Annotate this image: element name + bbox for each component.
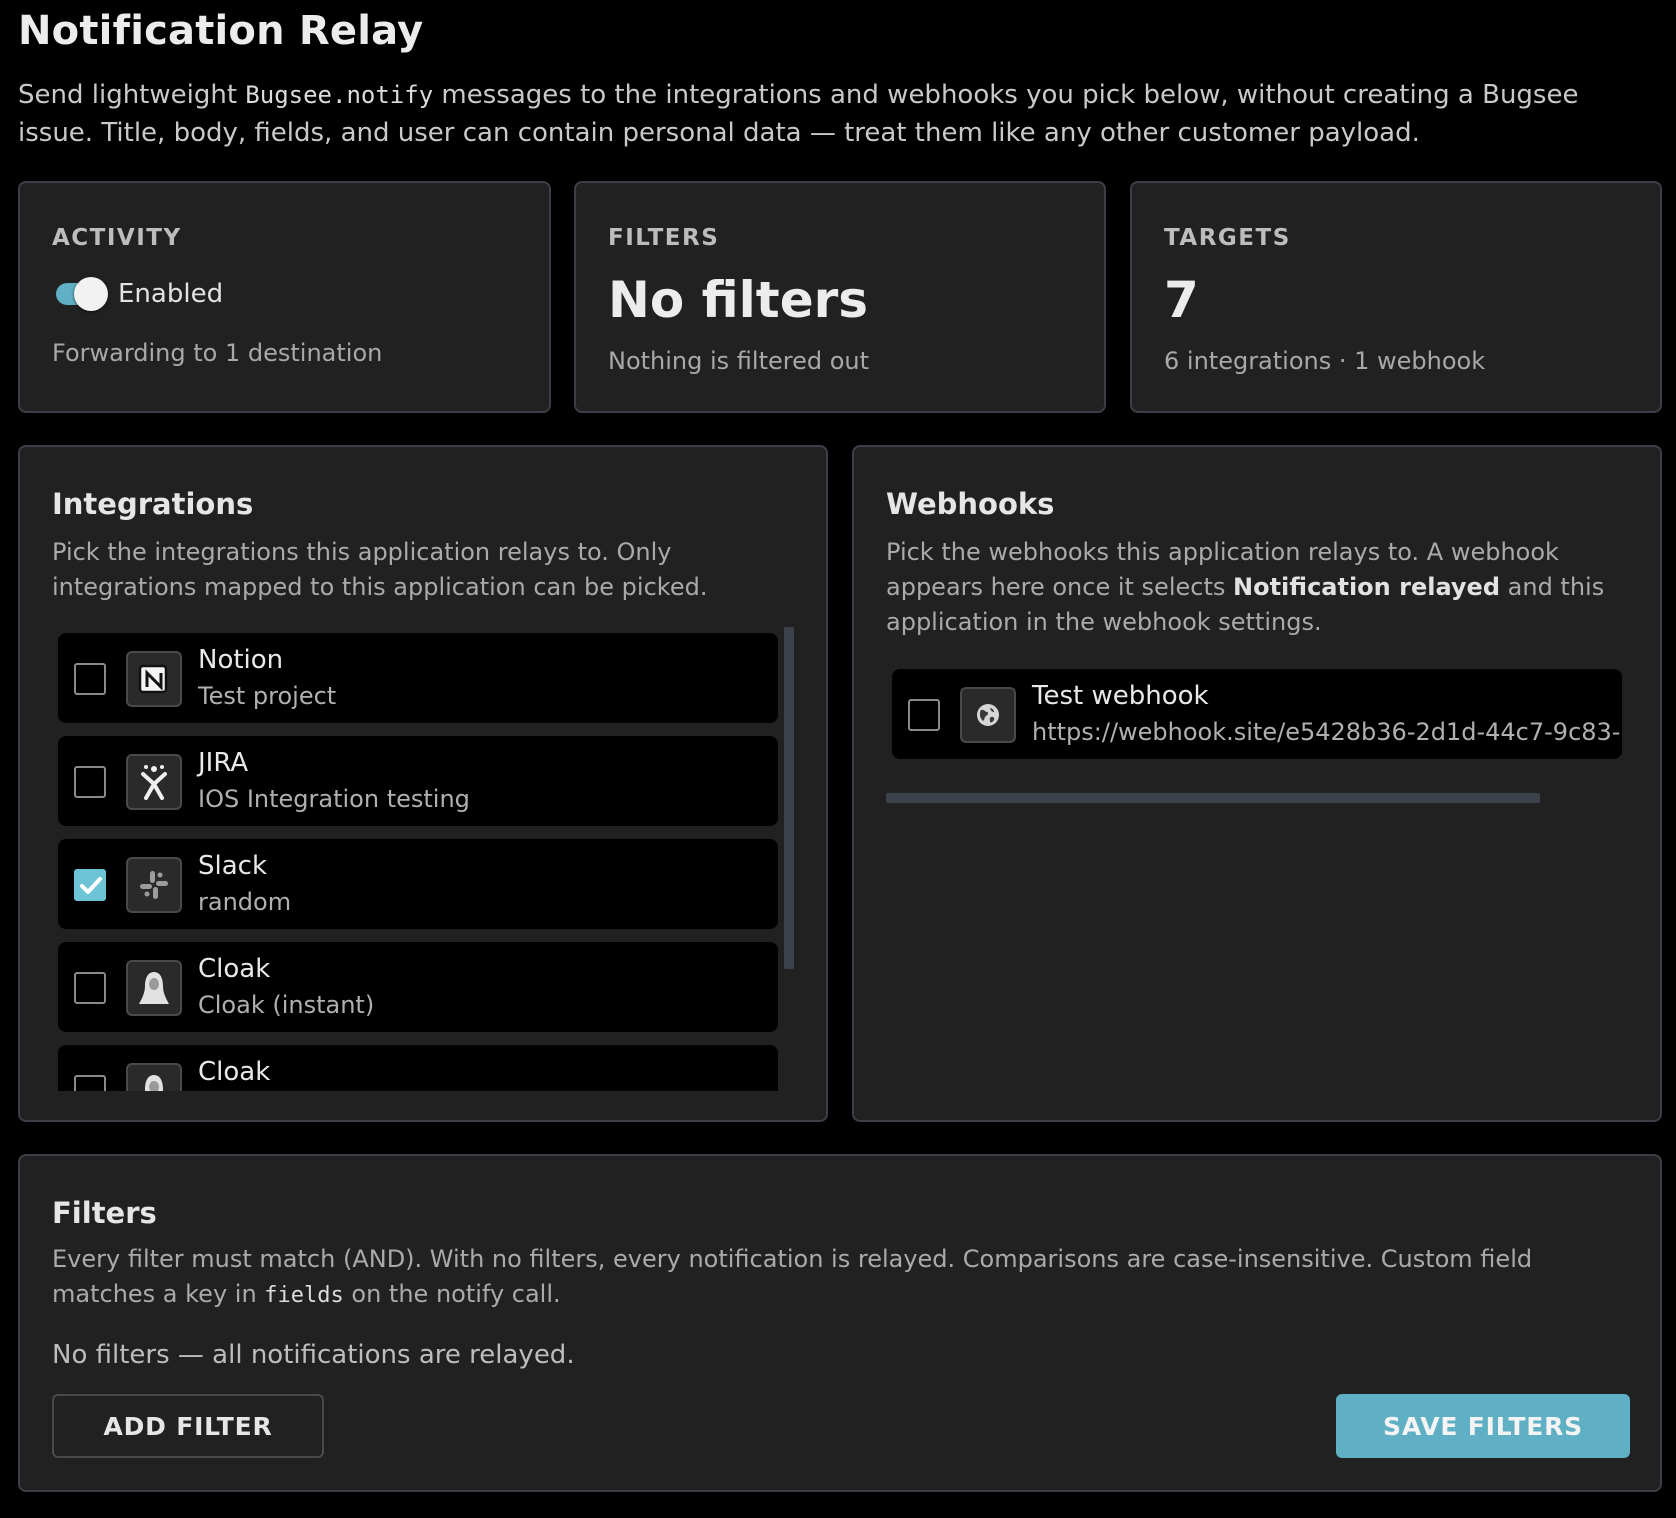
activity-sub: Forwarding to 1 destination — [52, 339, 383, 367]
globe-icon — [960, 687, 1016, 743]
list-item[interactable]: Notion Test project — [58, 633, 778, 723]
filters-title: Filters — [52, 1196, 157, 1230]
webhook-url: https://webhook.site/e5428b36-2d1d-44c7-… — [1032, 718, 1622, 746]
integration-name: Notion — [198, 645, 284, 675]
list-item[interactable]: Test webhook https://webhook.site/e5428b… — [892, 669, 1622, 759]
list-item[interactable]: JIRA IOS Integration testing — [58, 736, 778, 826]
integration-checkbox[interactable] — [74, 766, 106, 798]
page-description-code: Bugsee.notify — [245, 81, 434, 109]
integrations-panel: Integrations Pick the integrations this … — [18, 445, 828, 1122]
cloak-icon — [126, 1063, 182, 1091]
targets-value: 7 — [1164, 271, 1199, 329]
filters-description-code: fields — [264, 1283, 344, 1308]
integration-sub: Test project — [198, 682, 337, 710]
integrations-scrollbar[interactable] — [784, 627, 794, 969]
filters-panel: Filters Every filter must match (AND). W… — [18, 1154, 1662, 1492]
webhooks-scrollbar[interactable] — [886, 793, 1540, 803]
activity-card: ACTIVITY Enabled Forwarding to 1 destina… — [18, 181, 551, 413]
webhooks-panel: Webhooks Pick the webhooks this applicat… — [852, 445, 1662, 1122]
list-item[interactable]: Slack random — [58, 839, 778, 929]
activity-label: ACTIVITY — [52, 225, 182, 251]
filters-stat-value: No filters — [608, 271, 869, 329]
webhooks-description: Pick the webhooks this application relay… — [886, 535, 1626, 640]
integration-sub: Cloak (instant) — [198, 991, 375, 1019]
integrations-list[interactable]: Notion Test project JIRA IOS Integration… — [58, 633, 798, 1091]
slack-icon — [126, 857, 182, 913]
webhooks-list[interactable]: Test webhook https://webhook.site/e5428b… — [892, 669, 1622, 769]
list-item[interactable]: Cloak — [58, 1045, 778, 1091]
page-description-text: Send lightweight — [18, 80, 246, 110]
targets-sub: 6 integrations · 1 webhook — [1164, 347, 1486, 375]
webhook-name: Test webhook — [1032, 681, 1209, 711]
integration-sub: IOS Integration testing — [198, 785, 470, 813]
notion-icon — [126, 651, 182, 707]
filters-stat-label: FILTERS — [608, 225, 720, 251]
integrations-title: Integrations — [52, 487, 254, 521]
page-description: Send lightweight Bugsee.notify messages … — [18, 76, 1648, 152]
integration-name: JIRA — [198, 748, 249, 778]
integration-name: Slack — [198, 851, 268, 881]
webhook-checkbox[interactable] — [908, 699, 940, 731]
targets-card: TARGETS 7 6 integrations · 1 webhook — [1130, 181, 1662, 413]
add-filter-button[interactable]: ADD FILTER — [52, 1394, 324, 1458]
integrations-description: Pick the integrations this application r… — [52, 538, 708, 601]
webhooks-title: Webhooks — [886, 487, 1055, 521]
integration-sub: random — [198, 888, 292, 916]
targets-label: TARGETS — [1164, 225, 1291, 251]
list-item[interactable]: Cloak Cloak (instant) — [58, 942, 778, 1032]
integration-name: Cloak — [198, 1057, 271, 1087]
integration-checkbox[interactable] — [74, 972, 106, 1004]
filters-stat-sub: Nothing is filtered out — [608, 347, 870, 375]
filters-description: Every filter must match (AND). With no f… — [52, 1242, 1642, 1313]
integration-checkbox[interactable] — [74, 663, 106, 695]
integration-checkbox[interactable] — [74, 1075, 106, 1091]
cloak-icon — [126, 960, 182, 1016]
activity-toggle[interactable] — [56, 277, 108, 311]
webhooks-description-bold: Notification relayed — [1233, 573, 1501, 601]
activity-toggle-label: Enabled — [118, 279, 224, 309]
filters-stat-card: FILTERS No filters Nothing is filtered o… — [574, 181, 1106, 413]
filters-description-text-2: on the notify call. — [343, 1280, 561, 1308]
toggle-knob[interactable] — [74, 277, 108, 311]
filters-empty-note: No filters — all notifications are relay… — [52, 1340, 575, 1370]
integration-checkbox[interactable] — [74, 869, 106, 901]
jira-icon — [126, 754, 182, 810]
integration-name: Cloak — [198, 954, 271, 984]
save-filters-button[interactable]: SAVE FILTERS — [1336, 1394, 1630, 1458]
page-title: Notification Relay — [18, 8, 424, 54]
